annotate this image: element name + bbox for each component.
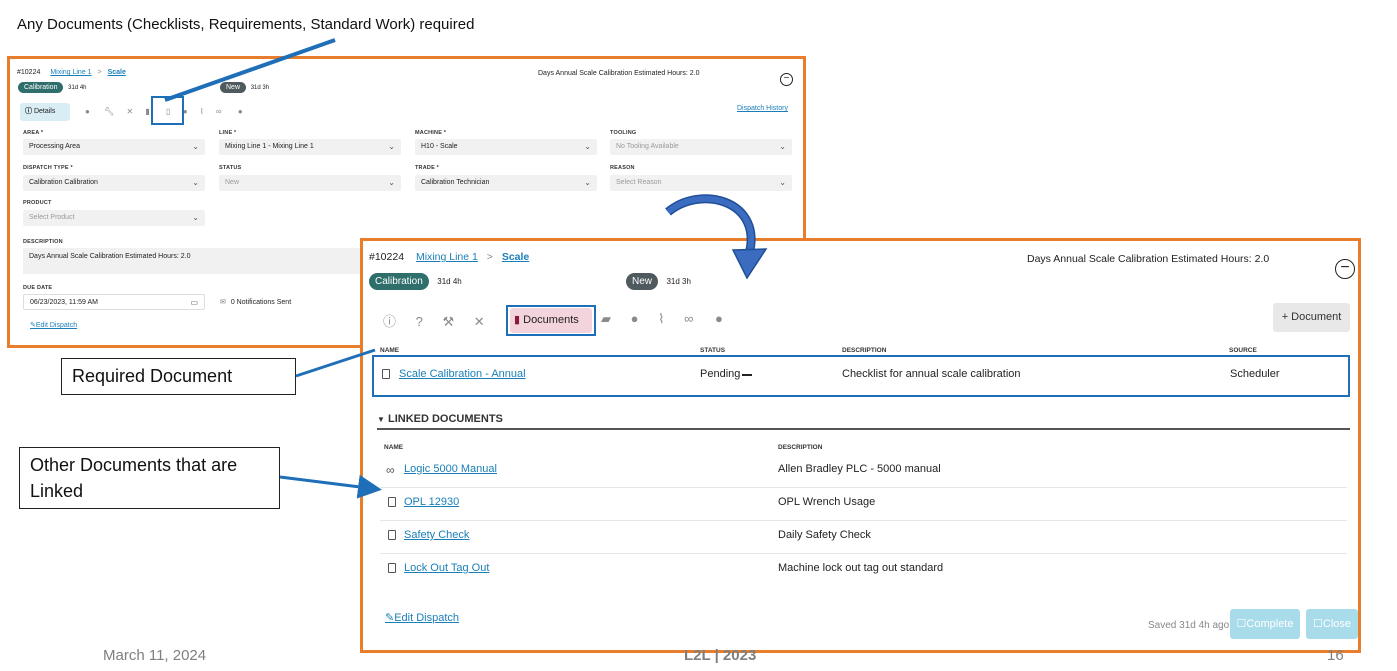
curved-arrow-fill xyxy=(666,195,755,251)
caption-pointer-line xyxy=(164,38,336,102)
footer-date: March 11, 2024 xyxy=(103,647,207,664)
footer-page-number: 16 xyxy=(1327,647,1344,664)
footer-brand: L2L | 2023 xyxy=(684,647,757,664)
annotation-arrows xyxy=(164,38,768,499)
curved-arrow-head xyxy=(731,248,768,280)
linked-pointer-arrow xyxy=(279,474,382,499)
required-pointer-line xyxy=(295,348,376,378)
